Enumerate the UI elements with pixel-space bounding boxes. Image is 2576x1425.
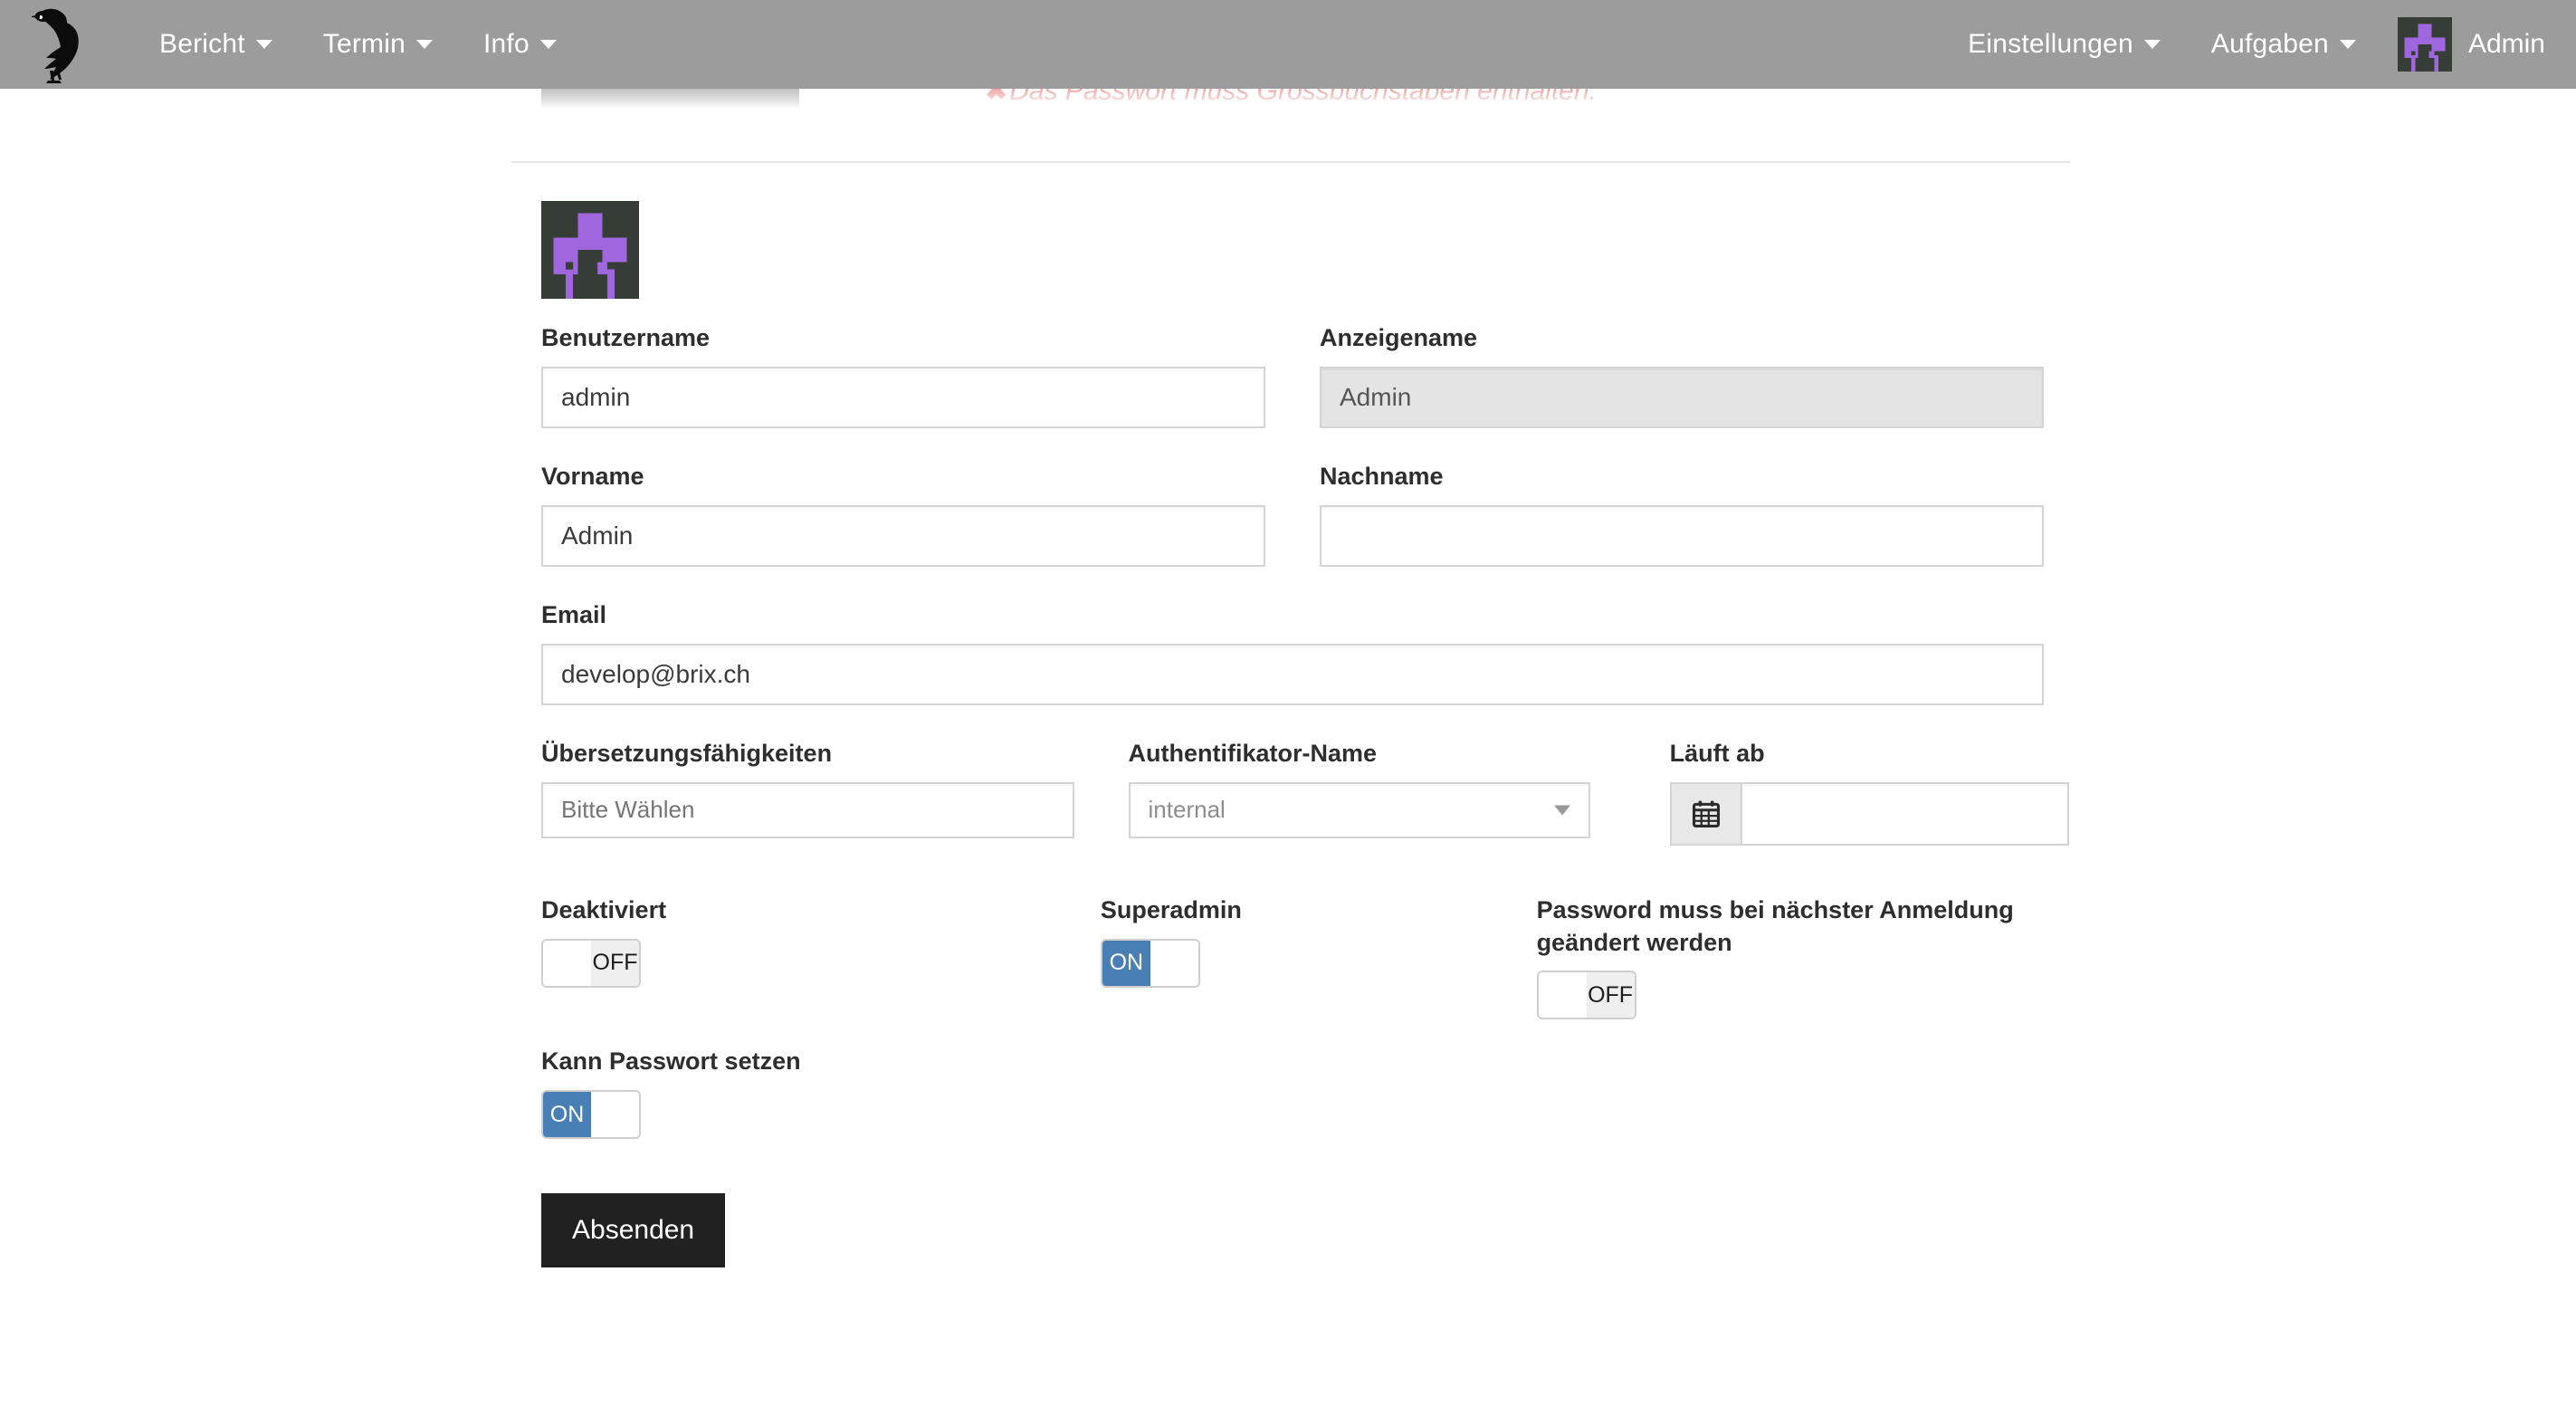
row-submit: Absenden <box>541 1193 2069 1268</box>
label-translation: Übersetzungsfähigkeiten <box>541 739 833 767</box>
label-password-change: Password muss bei nächster Anmeldung geä… <box>1536 895 2014 956</box>
field-email: Email <box>541 599 2044 705</box>
row-names-1: Benutzername Anzeigename <box>541 322 2069 461</box>
nav-item-bericht[interactable]: Bericht <box>134 0 298 89</box>
row-extras: Übersetzungsfähigkeiten Authentifikator-… <box>541 738 2069 878</box>
field-toggle-superadmin: Superadmin ON <box>1100 894 1483 1023</box>
expires-input-group <box>1669 781 2069 846</box>
row-toggles-2: Kann Passwort setzen ON <box>541 1046 2069 1140</box>
magpie-bird-logo-icon <box>32 8 79 83</box>
field-translation: Übersetzungsfähigkeiten <box>541 738 1074 846</box>
field-displayname: Anzeigename <box>1320 322 2044 428</box>
nav-item-termin[interactable]: Termin <box>298 0 458 89</box>
field-lastname: Nachname <box>1320 461 2044 567</box>
field-toggle-deaktiviert: Deaktiviert OFF <box>541 894 1101 1023</box>
lastname-input[interactable] <box>1320 504 2044 567</box>
toggle-superadmin[interactable]: ON <box>1100 938 1200 988</box>
translation-input[interactable] <box>541 781 1074 838</box>
toggle-state-label: OFF <box>591 940 639 986</box>
nav-item-label: Einstellungen <box>1968 29 2133 59</box>
nav-item-info[interactable]: Info <box>458 0 582 89</box>
label-displayname: Anzeigename <box>1320 324 1478 351</box>
label-lastname: Nachname <box>1320 462 1444 490</box>
label-email: Email <box>541 600 607 628</box>
toggle-knob <box>591 1092 639 1138</box>
page-root: ✖Das Passwort muss Grossbuchstaben entha… <box>0 0 2576 1425</box>
chevron-down-icon <box>416 40 433 49</box>
user-menu[interactable]: Admin <box>2381 0 2545 89</box>
chevron-down-icon <box>2143 40 2161 49</box>
toggle-password-change[interactable]: OFF <box>1536 971 1636 1020</box>
submit-button[interactable]: Absenden <box>541 1193 726 1268</box>
field-username: Benutzername <box>541 322 1265 428</box>
label-firstname: Vorname <box>541 462 644 490</box>
navbar-left-menu: Bericht Termin Info <box>134 0 582 89</box>
nav-item-label: Bericht <box>159 29 245 59</box>
label-deaktiviert: Deaktiviert <box>541 895 667 923</box>
field-expires: Läuft ab <box>1669 738 2069 846</box>
user-name-label: Admin <box>2467 29 2545 59</box>
brand-logo[interactable] <box>0 0 118 89</box>
firstname-input[interactable] <box>541 504 1265 567</box>
top-navbar: Bericht Termin Info Einstellungen Aufgab… <box>0 0 2576 89</box>
label-expires: Läuft ab <box>1669 739 1765 767</box>
chevron-down-icon <box>2339 40 2356 49</box>
identicon-avatar <box>541 201 639 299</box>
field-toggle-can-set-password: Kann Passwort setzen ON <box>541 1046 1111 1140</box>
field-authenticator: Authentifikator-Name <box>1128 738 1590 846</box>
username-input[interactable] <box>541 366 1265 428</box>
field-toggle-password-change: Password muss bei nächster Anmeldung geä… <box>1536 894 2069 1023</box>
label-authenticator: Authentifikator-Name <box>1128 739 1378 767</box>
toggle-knob <box>1538 972 1587 1019</box>
row-email: Email <box>541 599 2069 738</box>
toggle-deaktiviert[interactable]: OFF <box>541 938 641 988</box>
toggle-knob <box>1150 940 1198 986</box>
nav-item-einstellungen[interactable]: Einstellungen <box>1942 0 2186 89</box>
nav-item-label: Aufgaben <box>2210 29 2329 59</box>
calendar-icon <box>1692 800 1720 827</box>
profile-avatar <box>541 201 639 299</box>
authenticator-select-wrap[interactable] <box>1128 781 1590 838</box>
displayname-input <box>1320 366 2044 428</box>
label-can-set-password: Kann Passwort setzen <box>541 1047 801 1076</box>
toggle-can-set-password[interactable]: ON <box>541 1090 641 1140</box>
expires-input[interactable] <box>1740 781 2069 846</box>
toggle-state-label: ON <box>543 1092 591 1138</box>
nav-item-aufgaben[interactable]: Aufgaben <box>2186 0 2381 89</box>
section-divider <box>511 161 2070 163</box>
row-toggles-1: Deaktiviert OFF Superadmin ON Password m… <box>541 894 2069 1023</box>
row-names-2: Vorname Nachname <box>541 461 2069 599</box>
chevron-down-icon <box>539 40 557 49</box>
chevron-down-icon <box>255 40 272 49</box>
nav-item-label: Info <box>483 29 530 59</box>
toggle-knob <box>543 940 591 986</box>
navbar-right-menu: Einstellungen Aufgaben Admin <box>1942 0 2576 89</box>
calendar-button[interactable] <box>1669 781 1741 846</box>
toggle-state-label: ON <box>1102 940 1150 986</box>
user-edit-form: Benutzername Anzeigename Vorname Nachnam… <box>541 322 2069 1268</box>
email-input[interactable] <box>541 643 2044 705</box>
toggle-state-label: OFF <box>1586 972 1635 1019</box>
label-username: Benutzername <box>541 324 711 351</box>
identicon-avatar <box>2397 17 2452 72</box>
label-superadmin: Superadmin <box>1100 895 1242 923</box>
field-firstname: Vorname <box>541 461 1265 567</box>
nav-item-label: Termin <box>322 29 405 59</box>
authenticator-select[interactable] <box>1128 781 1590 838</box>
